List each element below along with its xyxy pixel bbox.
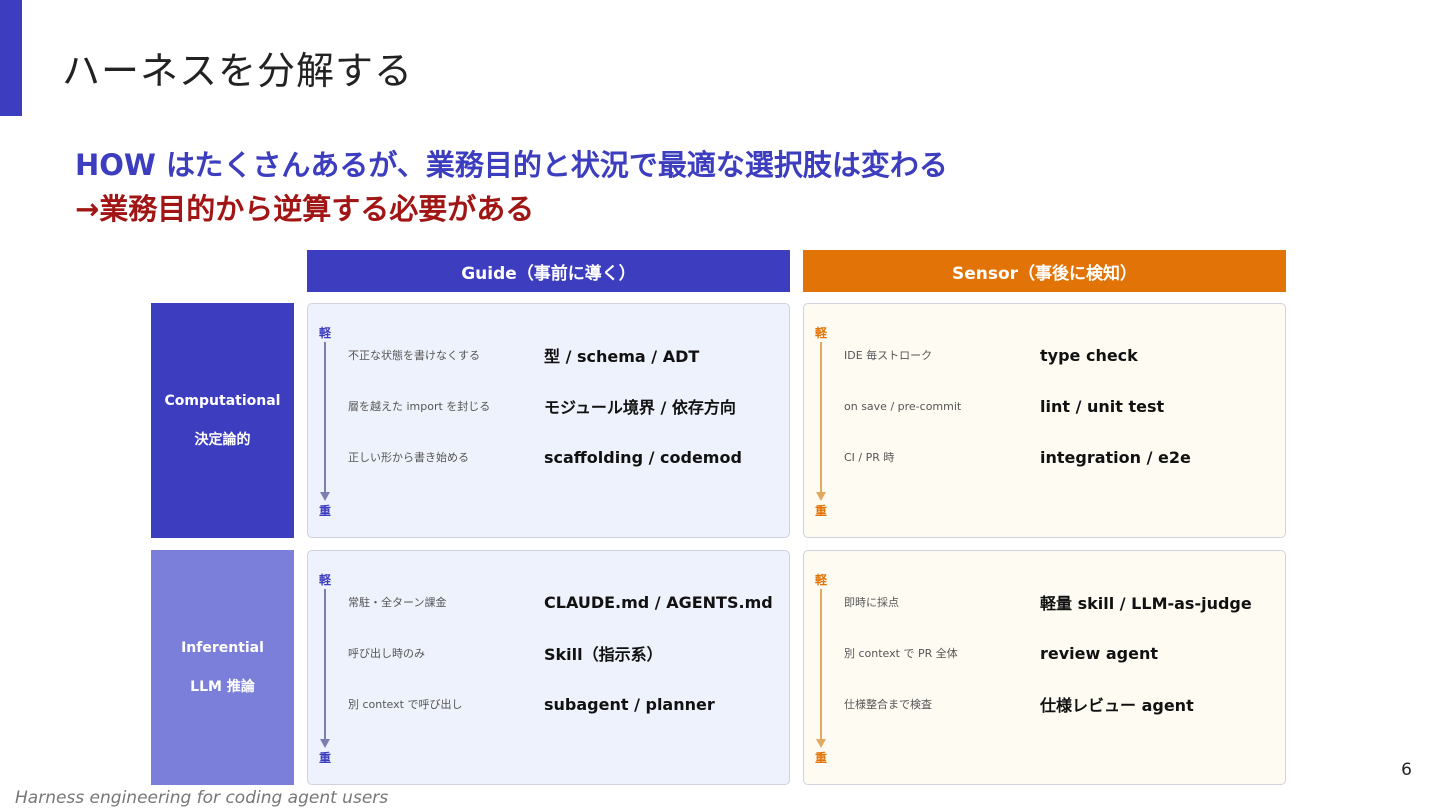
row-header-label: Inferential	[181, 639, 264, 656]
item-description: 即時に採点	[844, 596, 899, 609]
scale-arrow-down-icon	[816, 492, 826, 501]
scale-light-label: 軽	[815, 573, 828, 587]
title-accent-bar	[0, 0, 22, 116]
scale-arrow-down-icon	[816, 739, 826, 748]
item-technique: 仕様レビュー agent	[1040, 696, 1194, 715]
list-item: 即時に採点 軽量 skill / LLM-as-judge	[844, 590, 1275, 614]
list-item: on save / pre-commit lint / unit test	[844, 394, 1275, 418]
scale-arrow-down-icon	[320, 739, 330, 748]
scale-heavy-label: 重	[815, 504, 828, 518]
cell-sensor-inferential: 軽 重 即時に採点 軽量 skill / LLM-as-judge 別 cont…	[803, 550, 1286, 785]
scale-heavy-label: 重	[319, 751, 332, 765]
item-technique: subagent / planner	[544, 694, 715, 714]
row-header-inferential: Inferential LLM 推論	[151, 550, 294, 785]
column-header-sensor: Sensor（事後に検知）	[803, 250, 1286, 292]
scale-arrow-line	[324, 342, 326, 494]
item-description: 別 context で PR 全体	[844, 647, 958, 660]
item-description: 呼び出し時のみ	[348, 647, 425, 660]
scale-arrow-line	[820, 589, 822, 741]
item-description: on save / pre-commit	[844, 399, 962, 413]
item-technique: type check	[1040, 345, 1138, 365]
key-message-conclusion: →業務目的から逆算する必要がある	[75, 192, 535, 226]
item-technique: scaffolding / codemod	[544, 447, 742, 467]
scale-arrow-line	[820, 342, 822, 494]
scale-arrow-down-icon	[320, 492, 330, 501]
item-technique: モジュール境界 / 依存方向	[544, 398, 736, 417]
list-item: 不正な状態を書けなくする 型 / schema / ADT	[348, 343, 779, 367]
list-item: 別 context で呼び出し subagent / planner	[348, 692, 779, 716]
list-item: 正しい形から書き始める scaffolding / codemod	[348, 445, 779, 469]
item-description: 常駐・全ターン課金	[348, 596, 447, 609]
list-item: 常駐・全ターン課金 CLAUDE.md / AGENTS.md	[348, 590, 779, 614]
page-number: 6	[1401, 760, 1412, 780]
scale-light-label: 軽	[815, 326, 828, 340]
item-technique: integration / e2e	[1040, 447, 1191, 467]
slide-title: ハーネスを分解する	[62, 49, 414, 93]
list-item: 呼び出し時のみ Skill（指示系）	[348, 641, 779, 665]
item-description: 別 context で呼び出し	[348, 698, 463, 711]
row-header-computational: Computational 決定論的	[151, 303, 294, 538]
item-technique: 型 / schema / ADT	[544, 347, 700, 366]
item-description: 正しい形から書き始める	[348, 451, 469, 464]
cell-guide-computational: 軽 重 不正な状態を書けなくする 型 / schema / ADT 層を越えた …	[307, 303, 790, 538]
row-header-label: Computational	[164, 392, 281, 409]
column-header-guide: Guide（事前に導く）	[307, 250, 790, 292]
scale-heavy-label: 重	[319, 504, 332, 518]
list-item: 層を越えた import を封じる モジュール境界 / 依存方向	[348, 394, 779, 418]
list-item: IDE 毎ストローク type check	[844, 343, 1275, 367]
cell-guide-inferential: 軽 重 常駐・全ターン課金 CLAUDE.md / AGENTS.md 呼び出し…	[307, 550, 790, 785]
item-technique: Skill（指示系）	[544, 645, 663, 664]
list-item: CI / PR 時 integration / e2e	[844, 445, 1275, 469]
row-header-sublabel: 決定論的	[194, 431, 251, 448]
item-description: 仕様整合まで検査	[844, 698, 932, 711]
item-description: IDE 毎ストローク	[844, 349, 933, 362]
item-technique: CLAUDE.md / AGENTS.md	[544, 592, 773, 612]
cell-sensor-computational: 軽 重 IDE 毎ストローク type check on save / pre-…	[803, 303, 1286, 538]
scale-heavy-label: 重	[815, 751, 828, 765]
list-item: 別 context で PR 全体 review agent	[844, 641, 1275, 665]
item-description: 不正な状態を書けなくする	[348, 349, 480, 362]
item-technique: 軽量 skill / LLM-as-judge	[1040, 594, 1252, 613]
item-description: 層を越えた import を封じる	[348, 400, 491, 413]
item-technique: review agent	[1040, 643, 1158, 663]
scale-light-label: 軽	[319, 573, 332, 587]
list-item: 仕様整合まで検査 仕様レビュー agent	[844, 692, 1275, 716]
scale-light-label: 軽	[319, 326, 332, 340]
row-header-sublabel: LLM 推論	[190, 678, 255, 695]
footer-text: Harness engineering for coding agent use…	[15, 788, 389, 808]
item-description: CI / PR 時	[844, 451, 895, 464]
item-technique: lint / unit test	[1040, 396, 1165, 416]
scale-arrow-line	[324, 589, 326, 741]
key-message: HOW はたくさんあるが、業務目的と状況で最適な選択肢は変わる	[75, 148, 948, 182]
